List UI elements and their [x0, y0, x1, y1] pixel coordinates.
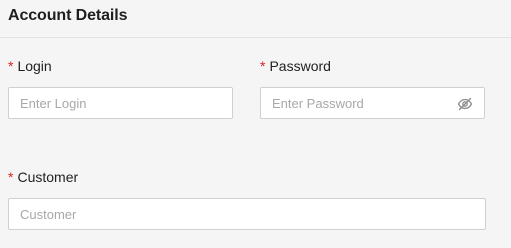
- eye-off-icon[interactable]: [457, 96, 473, 112]
- section-title: Account Details: [8, 7, 128, 24]
- customer-label-text: Customer: [17, 169, 79, 185]
- customer-label: * Customer: [8, 168, 78, 186]
- customer-field[interactable]: [8, 198, 486, 230]
- login-field[interactable]: [8, 87, 233, 119]
- customer-input[interactable]: [9, 199, 485, 229]
- password-input[interactable]: [261, 88, 484, 118]
- login-label: * Login: [8, 57, 52, 75]
- password-label-text: Password: [269, 58, 331, 74]
- password-field[interactable]: [260, 87, 485, 119]
- login-input[interactable]: [9, 88, 232, 118]
- required-marker: *: [8, 58, 14, 74]
- section-divider: [0, 37, 511, 38]
- login-label-text: Login: [17, 58, 52, 74]
- required-marker: *: [260, 58, 266, 74]
- password-label: * Password: [260, 57, 331, 75]
- required-marker: *: [8, 169, 14, 185]
